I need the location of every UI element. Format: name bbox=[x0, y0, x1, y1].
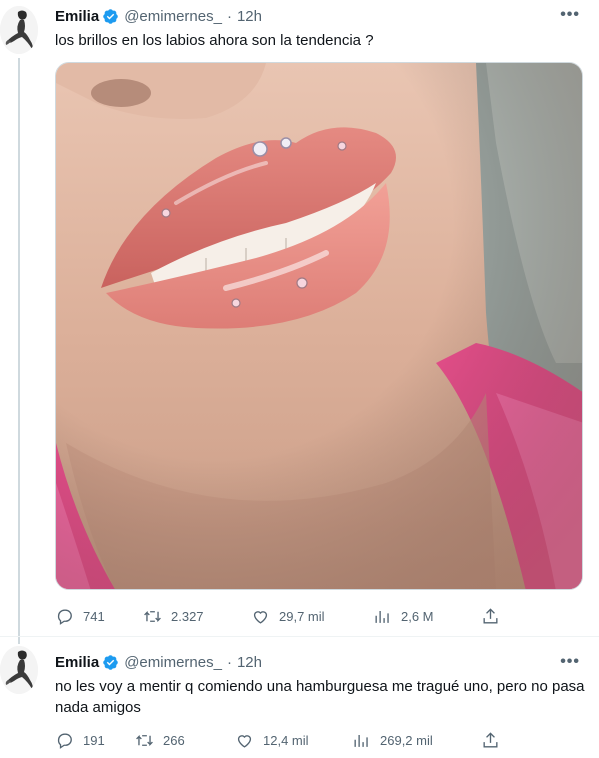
share-icon bbox=[483, 731, 498, 748]
tweet-actions: 741 2.327 29,7 mil 2,6 M bbox=[55, 606, 500, 626]
retweet-icon bbox=[136, 734, 153, 746]
retweet-count: 2.327 bbox=[171, 608, 204, 624]
thread-line bbox=[18, 58, 20, 644]
like-button[interactable]: 29,7 mil bbox=[251, 606, 325, 626]
share-button[interactable] bbox=[481, 730, 500, 750]
views-button[interactable]: 269,2 mil bbox=[352, 730, 433, 750]
retweet-icon bbox=[144, 610, 161, 622]
timestamp[interactable]: 12h bbox=[237, 8, 262, 25]
separator: · bbox=[226, 7, 232, 25]
display-name[interactable]: Emilia bbox=[55, 8, 99, 25]
more-icon[interactable]: ••• bbox=[560, 6, 580, 24]
share-icon bbox=[483, 607, 498, 624]
verified-icon bbox=[103, 8, 118, 24]
reply-count: 191 bbox=[83, 732, 105, 748]
like-icon bbox=[253, 610, 268, 624]
views-count: 269,2 mil bbox=[380, 732, 433, 748]
views-count: 2,6 M bbox=[401, 608, 434, 624]
divider bbox=[0, 636, 599, 637]
like-count: 29,7 mil bbox=[279, 608, 325, 624]
verified-icon bbox=[103, 654, 118, 670]
tweet-text: los brillos en los labios ahora son la t… bbox=[55, 32, 374, 49]
like-count: 12,4 mil bbox=[263, 732, 309, 748]
retweet-button[interactable]: 266 bbox=[135, 730, 185, 750]
reply-button[interactable]: 191 bbox=[55, 730, 105, 750]
more-icon[interactable]: ••• bbox=[560, 653, 580, 671]
display-name[interactable]: Emilia bbox=[55, 654, 99, 671]
retweet-count: 266 bbox=[163, 732, 185, 748]
like-icon bbox=[237, 734, 252, 748]
share-button[interactable] bbox=[481, 606, 500, 626]
handle[interactable]: @emimernes_ bbox=[124, 654, 222, 671]
tweet-photo[interactable] bbox=[55, 62, 583, 590]
reply-button[interactable]: 741 bbox=[55, 606, 105, 626]
avatar[interactable] bbox=[0, 6, 38, 54]
tweet-text: no les voy a mentir q comiendo una hambu… bbox=[55, 678, 585, 716]
views-icon bbox=[375, 610, 389, 623]
tweet-actions: 191 266 12,4 mil 269,2 mil bbox=[55, 730, 500, 750]
like-button[interactable]: 12,4 mil bbox=[235, 730, 309, 750]
tweet[interactable]: Emilia @emimernes_ · 12h ••• los brillos… bbox=[0, 0, 599, 644]
views-icon bbox=[354, 734, 368, 747]
reply-icon bbox=[57, 608, 72, 625]
reply-icon bbox=[57, 732, 72, 749]
tweet-header: Emilia @emimernes_ · 12h bbox=[55, 6, 262, 26]
handle[interactable]: @emimernes_ bbox=[124, 8, 222, 25]
tweet[interactable]: Emilia @emimernes_ · 12h ••• no les voy … bbox=[0, 643, 599, 758]
tweet-header: Emilia @emimernes_ · 12h bbox=[55, 652, 262, 672]
avatar[interactable] bbox=[0, 646, 38, 694]
separator: · bbox=[226, 653, 232, 671]
timestamp[interactable]: 12h bbox=[237, 654, 262, 671]
retweet-button[interactable]: 2.327 bbox=[143, 606, 204, 626]
reply-count: 741 bbox=[83, 608, 105, 624]
views-button[interactable]: 2,6 M bbox=[373, 606, 434, 626]
